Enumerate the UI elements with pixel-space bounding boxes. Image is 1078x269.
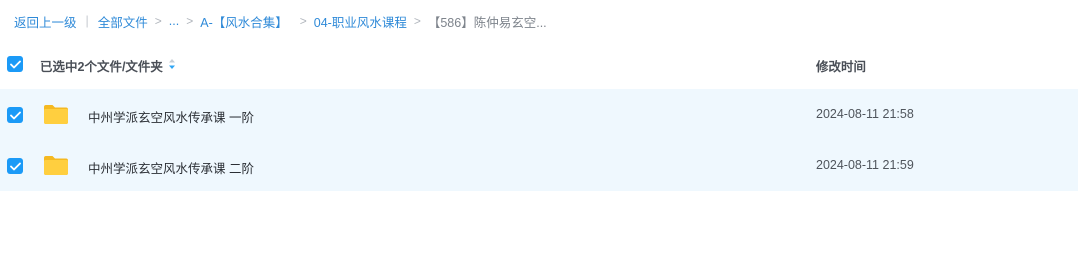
chevron-right-icon: > — [413, 14, 421, 28]
file-row[interactable]: 中州学派玄空风水传承课 一阶 2024-08-11 21:58 — [0, 89, 1078, 140]
folder-icon — [44, 156, 68, 175]
check-icon — [9, 111, 21, 119]
file-name[interactable]: 中州学派玄空风水传承课 一阶 — [88, 107, 254, 126]
breadcrumb-item-all-files[interactable]: 全部文件 — [98, 12, 148, 31]
breadcrumb-item-ellipsis[interactable]: ... — [169, 14, 179, 28]
chevron-right-icon: > — [154, 14, 162, 28]
file-name[interactable]: 中州学派玄空风水传承课 二阶 — [88, 158, 254, 177]
chevron-right-icon: > — [299, 14, 307, 28]
file-list: 中州学派玄空风水传承课 一阶 2024-08-11 21:58 中州学派玄空风水… — [0, 89, 1078, 191]
breadcrumb-item-fengshui-collection[interactable]: A-【风水合集】 — [200, 12, 288, 31]
file-row[interactable]: 中州学派玄空风水传承课 二阶 2024-08-11 21:59 — [0, 140, 1078, 191]
chevron-right-icon: > — [186, 14, 194, 28]
breadcrumb-divider: | — [85, 14, 89, 28]
file-modified-time: 2024-08-11 21:58 — [816, 107, 914, 121]
check-icon — [9, 60, 21, 68]
sort-icon[interactable] — [167, 58, 177, 70]
list-header: 已选中2个文件/文件夹 修改时间 — [0, 50, 1078, 78]
breadcrumb-current: 【586】陈仲易玄空... — [427, 15, 547, 30]
file-browser: 返回上一级 | 全部文件 > ... > A-【风水合集】 > 04-职业风水课… — [0, 0, 1078, 269]
check-icon — [9, 162, 21, 170]
row-checkbox[interactable] — [7, 158, 23, 174]
file-modified-time: 2024-08-11 21:59 — [816, 158, 914, 172]
selection-count-label: 已选中2个文件/文件夹 — [40, 60, 163, 74]
row-checkbox[interactable] — [7, 107, 23, 123]
back-link[interactable]: 返回上一级 — [14, 12, 77, 31]
breadcrumb: 返回上一级 | 全部文件 > ... > A-【风水合集】 > 04-职业风水课… — [14, 12, 547, 30]
mtime-column-header[interactable]: 修改时间 — [816, 56, 866, 75]
folder-icon — [44, 105, 68, 124]
select-all-checkbox[interactable] — [7, 56, 23, 72]
breadcrumb-item-career-course[interactable]: 04-职业风水课程 — [314, 12, 407, 31]
